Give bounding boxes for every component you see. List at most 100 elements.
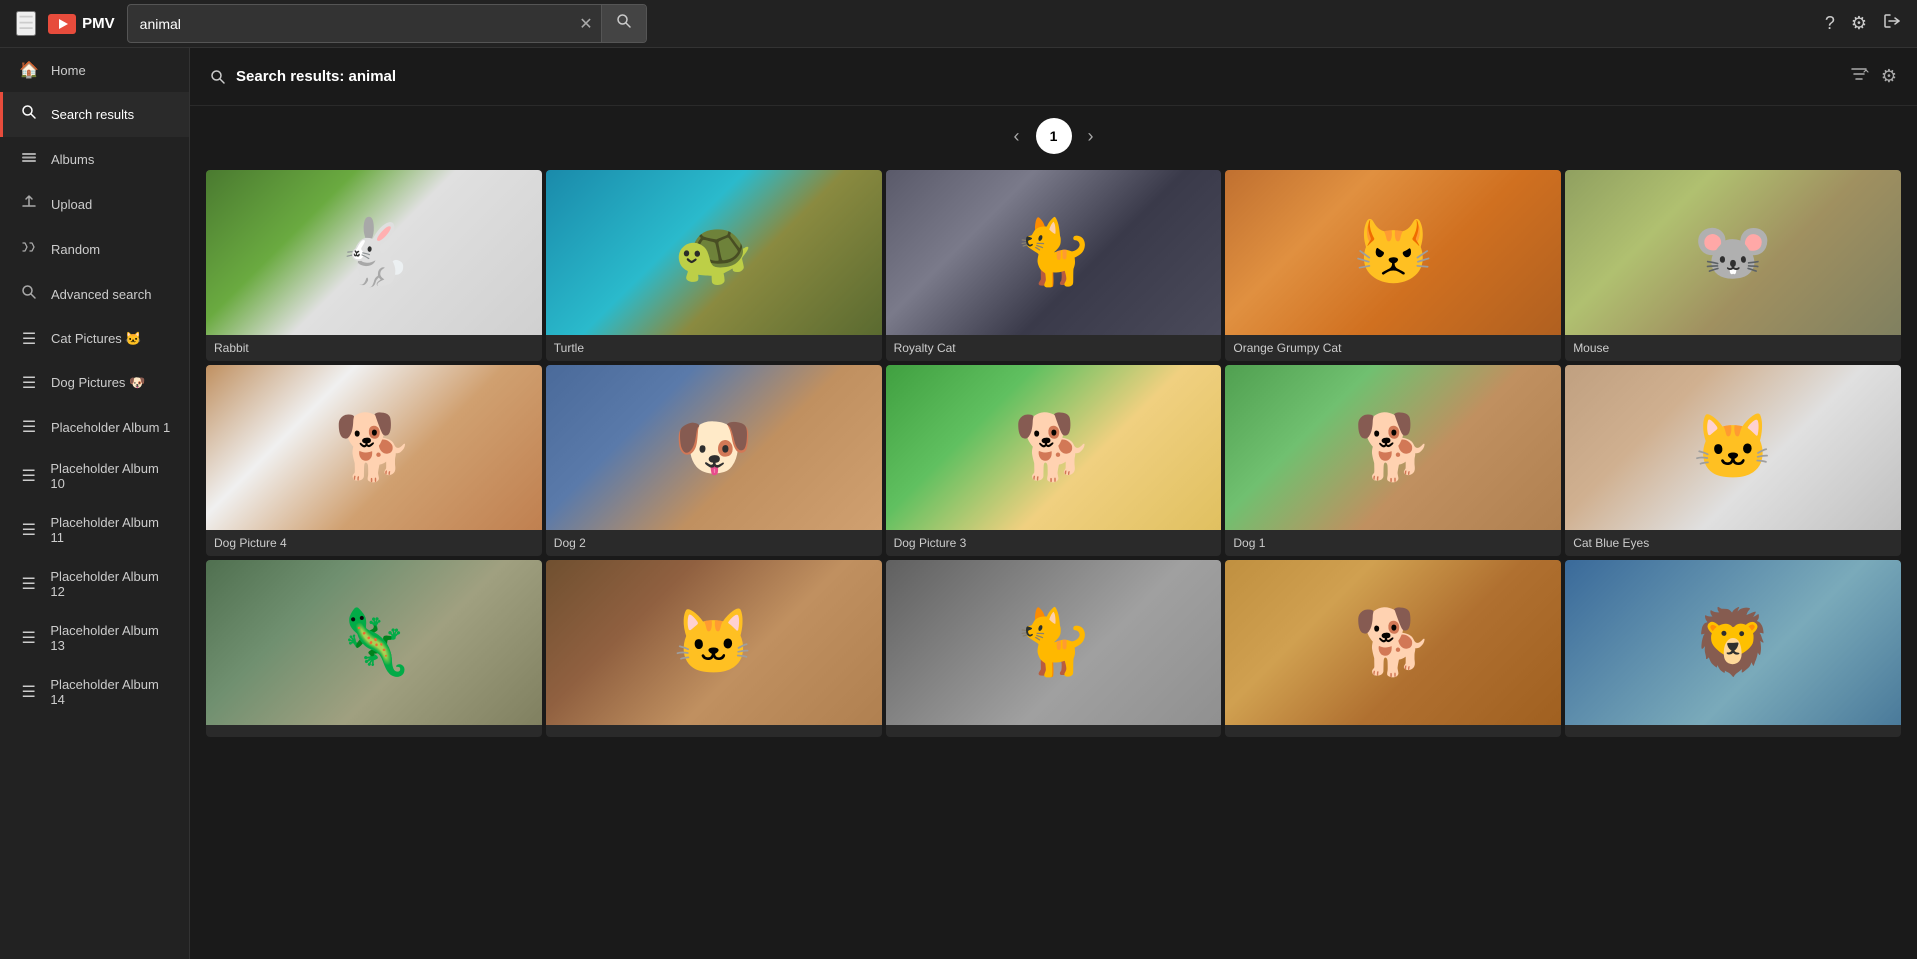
sidebar-item-random-label: Random	[51, 242, 100, 257]
sidebar-item-placeholder-album-11[interactable]: ☰ Placeholder Album 11	[0, 503, 189, 557]
image-thumb-royalty-cat: 🐈	[886, 170, 1222, 335]
image-label-dog-2: Dog 2	[546, 530, 882, 556]
image-label-placeholder-row2-4	[1225, 725, 1561, 737]
home-icon: 🏠	[19, 60, 39, 80]
image-grid: 🐇Rabbit🐢Turtle🐈Royalty Cat😾Orange Grumpy…	[190, 166, 1917, 753]
image-thumb-dog-1: 🐕	[1225, 365, 1561, 530]
image-thumb-dog-picture-3: 🐕	[886, 365, 1222, 530]
content-area: Search results: animal ⚙ ‹ 1 › 🐇Rabbit🐢T…	[190, 48, 1917, 959]
image-thumb-turtle: 🐢	[546, 170, 882, 335]
image-thumb-orange-grumpy-cat: 😾	[1225, 170, 1561, 335]
sidebar-item-placeholder-album-11-label: Placeholder Album 11	[51, 515, 173, 545]
settings-button[interactable]: ⚙	[1851, 13, 1867, 34]
image-card-orange-grumpy-cat[interactable]: 😾Orange Grumpy Cat	[1225, 170, 1561, 361]
image-thumb-rabbit: 🐇	[206, 170, 542, 335]
image-card-placeholder-row2-4[interactable]: 🐕	[1225, 560, 1561, 737]
search-input[interactable]	[128, 8, 572, 40]
topbar-actions: ? ⚙	[1825, 12, 1901, 35]
image-label-cat-blue-eyes: Cat Blue Eyes	[1565, 530, 1901, 556]
search-clear-button[interactable]: ✕	[571, 14, 600, 34]
sidebar-item-placeholder-album-10[interactable]: ☰ Placeholder Album 10	[0, 449, 189, 503]
content-actions: ⚙	[1849, 64, 1897, 89]
sidebar-item-cat-pictures[interactable]: ☰ Cat Pictures 🐱	[0, 317, 189, 361]
sidebar-item-placeholder-album-13[interactable]: ☰ Placeholder Album 13	[0, 611, 189, 665]
help-button[interactable]: ?	[1825, 13, 1835, 34]
image-thumb-dog-2: 🐶	[546, 365, 882, 530]
image-card-dog-picture-4[interactable]: 🐕Dog Picture 4	[206, 365, 542, 556]
content-title: Search results: animal	[210, 68, 396, 85]
image-card-cat-blue-eyes[interactable]: 🐱Cat Blue Eyes	[1565, 365, 1901, 556]
sidebar-item-random[interactable]: Random	[0, 227, 189, 272]
prev-page-button[interactable]: ‹	[1006, 122, 1028, 151]
content-header: Search results: animal ⚙	[190, 48, 1917, 106]
sidebar-item-dog-pictures[interactable]: ☰ Dog Pictures 🐶	[0, 361, 189, 405]
current-page-button[interactable]: 1	[1036, 118, 1072, 154]
sidebar: 🏠 Home Search results Albums Upload R	[0, 48, 190, 959]
image-card-placeholder-row2-3[interactable]: 🐈	[886, 560, 1222, 737]
image-card-placeholder-row2-5[interactable]: 🦁	[1565, 560, 1901, 737]
sidebar-item-placeholder-album-13-label: Placeholder Album 13	[50, 623, 173, 653]
image-label-rabbit: Rabbit	[206, 335, 542, 361]
image-label-placeholder-row2-2	[546, 725, 882, 737]
image-card-placeholder-row2-2[interactable]: 🐱	[546, 560, 882, 737]
image-label-mouse: Mouse	[1565, 335, 1901, 361]
sidebar-item-upload-label: Upload	[51, 197, 92, 212]
image-label-orange-grumpy-cat: Orange Grumpy Cat	[1225, 335, 1561, 361]
sidebar-item-advanced-search[interactable]: Advanced search	[0, 272, 189, 317]
sort-icon	[1849, 64, 1869, 84]
sidebar-item-placeholder-album-12[interactable]: ☰ Placeholder Album 12	[0, 557, 189, 611]
image-thumb-dog-picture-4: 🐕	[206, 365, 542, 530]
image-thumb-mouse: 🐭	[1565, 170, 1901, 335]
menu-icon[interactable]: ☰	[16, 11, 36, 36]
sidebar-item-albums[interactable]: Albums	[0, 137, 189, 182]
image-label-dog-1: Dog 1	[1225, 530, 1561, 556]
image-card-turtle[interactable]: 🐢Turtle	[546, 170, 882, 361]
app-logo: PMV	[48, 14, 115, 34]
image-thumb-placeholder-row2-3: 🐈	[886, 560, 1222, 725]
sidebar-item-placeholder-album-12-label: Placeholder Album 12	[50, 569, 173, 599]
placeholder-album-1-icon: ☰	[19, 417, 39, 437]
image-thumb-placeholder-row2-4: 🐕	[1225, 560, 1561, 725]
image-thumb-cat-blue-eyes: 🐱	[1565, 365, 1901, 530]
placeholder-album-12-icon: ☰	[19, 574, 38, 594]
image-card-dog-picture-3[interactable]: 🐕Dog Picture 3	[886, 365, 1222, 556]
search-icon	[616, 13, 632, 29]
sidebar-item-placeholder-album-10-label: Placeholder Album 10	[50, 461, 173, 491]
sidebar-item-advanced-search-label: Advanced search	[51, 287, 151, 302]
image-label-placeholder-row2-3	[886, 725, 1222, 737]
placeholder-album-13-icon: ☰	[19, 628, 38, 648]
sidebar-item-search-results[interactable]: Search results	[0, 92, 189, 137]
image-label-dog-picture-3: Dog Picture 3	[886, 530, 1222, 556]
cat-pictures-icon: ☰	[19, 329, 39, 349]
image-card-dog-2[interactable]: 🐶Dog 2	[546, 365, 882, 556]
next-page-button[interactable]: ›	[1080, 122, 1102, 151]
image-card-royalty-cat[interactable]: 🐈Royalty Cat	[886, 170, 1222, 361]
content-title-text: Search results: animal	[236, 68, 396, 85]
sidebar-item-placeholder-album-14[interactable]: ☰ Placeholder Album 14	[0, 665, 189, 719]
image-thumb-placeholder-row2-2: 🐱	[546, 560, 882, 725]
logout-button[interactable]	[1883, 12, 1901, 35]
image-label-turtle: Turtle	[546, 335, 882, 361]
search-button[interactable]	[601, 5, 646, 42]
topbar: ☰ PMV ✕ ? ⚙	[0, 0, 1917, 48]
image-thumb-placeholder-row2-1: 🦎	[206, 560, 542, 725]
sidebar-item-albums-label: Albums	[51, 152, 94, 167]
sidebar-item-placeholder-album-1[interactable]: ☰ Placeholder Album 1	[0, 405, 189, 449]
image-card-dog-1[interactable]: 🐕Dog 1	[1225, 365, 1561, 556]
content-settings-button[interactable]: ⚙	[1881, 64, 1897, 89]
app-title: PMV	[82, 15, 115, 32]
sort-button[interactable]	[1849, 64, 1869, 89]
image-label-royalty-cat: Royalty Cat	[886, 335, 1222, 361]
image-card-rabbit[interactable]: 🐇Rabbit	[206, 170, 542, 361]
sidebar-item-placeholder-album-1-label: Placeholder Album 1	[51, 420, 170, 435]
sidebar-item-home[interactable]: 🏠 Home	[0, 48, 189, 92]
placeholder-album-10-icon: ☰	[19, 466, 38, 486]
image-card-placeholder-row2-1[interactable]: 🦎	[206, 560, 542, 737]
logo-icon	[48, 14, 76, 34]
pagination: ‹ 1 ›	[190, 106, 1917, 166]
sidebar-item-upload[interactable]: Upload	[0, 182, 189, 227]
placeholder-album-14-icon: ☰	[19, 682, 38, 702]
albums-icon	[19, 149, 39, 170]
search-bar: ✕	[127, 4, 647, 43]
image-card-mouse[interactable]: 🐭Mouse	[1565, 170, 1901, 361]
